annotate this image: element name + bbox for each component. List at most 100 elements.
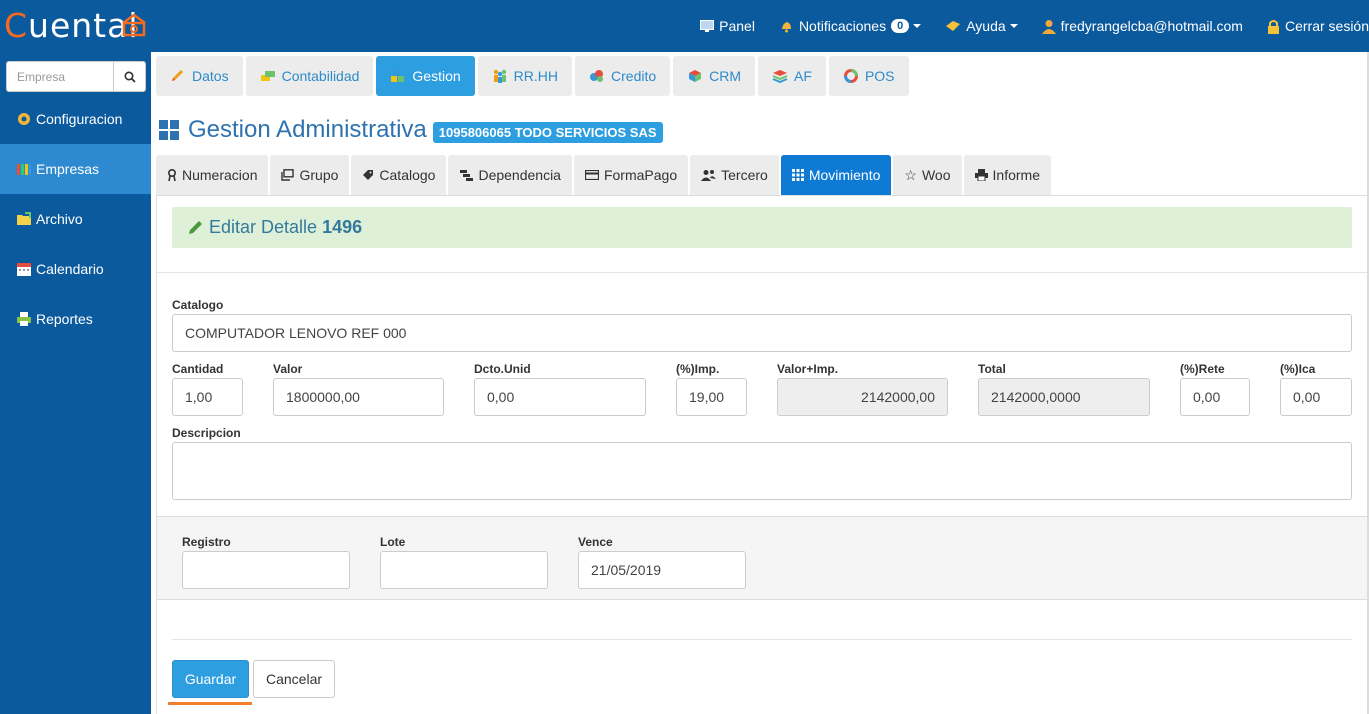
cube-icon	[689, 70, 702, 82]
tab-label: POS	[864, 68, 895, 84]
descripcion-textarea[interactable]	[172, 442, 1352, 500]
tab-label: AF	[794, 68, 812, 84]
lote-input[interactable]	[380, 551, 548, 589]
tab-woo[interactable]: ☆ Woo	[893, 155, 962, 195]
registro-label: Registro	[182, 535, 231, 549]
user-icon	[1041, 19, 1056, 34]
dcto-input[interactable]: 0,00	[474, 378, 646, 416]
tab-grupo[interactable]: Grupo	[270, 155, 350, 195]
tab-contabilidad[interactable]: Contabilidad	[245, 56, 374, 96]
tab-catalogo[interactable]: Catalogo	[351, 155, 447, 195]
vence-date-input[interactable]: 21/05/2019	[578, 551, 746, 589]
tab-label: Tercero	[721, 167, 768, 183]
divider	[172, 639, 1352, 640]
lote-label: Lote	[380, 535, 406, 549]
lot-section: Registro Lote Vence 21/05/2019	[157, 516, 1369, 600]
focus-underline	[168, 702, 252, 705]
tab-af[interactable]: AF	[758, 56, 826, 96]
sidebar-item-calendario[interactable]: Calendario	[0, 244, 151, 294]
sidebar-item-archivo[interactable]: Archivo	[0, 194, 151, 244]
nav-logout[interactable]: Cerrar sesión	[1267, 18, 1369, 34]
sidebar-item-label: Archivo	[36, 211, 83, 227]
lock-icon	[1267, 19, 1279, 34]
registro-input[interactable]	[182, 551, 350, 589]
total-input: 2142000,0000	[978, 378, 1150, 416]
company-search-input[interactable]	[7, 62, 113, 91]
tab-label: RR.HH	[513, 68, 559, 84]
nav-user[interactable]: fredyrangelcba@hotmail.com	[1041, 18, 1243, 34]
tab-informe[interactable]: Informe	[963, 155, 1051, 195]
search-button[interactable]	[113, 62, 145, 91]
tab-label: Woo	[921, 167, 951, 183]
tab-label: Credito	[611, 68, 657, 84]
nav-notifications[interactable]: Notificaciones 0	[779, 18, 922, 34]
page-title-row: Gestion Administrativa 1095806065 TODO S…	[159, 116, 663, 144]
save-button[interactable]: Guardar	[172, 660, 249, 698]
nav-help-label: Ayuda	[966, 18, 1006, 34]
ica-input[interactable]: 0,00	[1280, 378, 1352, 416]
calendar-icon	[17, 263, 31, 276]
top-navbar: Cuental Panel Notificaciones 0 Ayuda fre…	[0, 0, 1369, 52]
tab-dependencia[interactable]: Dependencia	[448, 155, 572, 195]
tab-crm[interactable]: CRM	[673, 56, 756, 96]
copy-icon	[281, 169, 295, 181]
star-icon: ☆	[904, 166, 917, 183]
layers-icon	[772, 70, 788, 83]
cantidad-input[interactable]: 1,00	[172, 378, 243, 416]
nav-help[interactable]: Ayuda	[945, 18, 1018, 34]
tag-icon	[363, 170, 374, 180]
cantidad-label: Cantidad	[172, 362, 224, 376]
dashboard-icon	[159, 120, 179, 140]
cancel-button[interactable]: Cancelar	[253, 660, 335, 698]
company-label: 1095806065 TODO SERVICIOS SAS	[432, 121, 663, 143]
user-email: fredyrangelcba@hotmail.com	[1060, 18, 1243, 34]
tab-label: Contabilidad	[281, 68, 360, 84]
gear-icon	[18, 113, 30, 125]
record-id: 1496	[322, 217, 363, 237]
notifications-count-badge: 0	[891, 19, 910, 33]
tab-label: Catalogo	[379, 167, 436, 183]
tab-numeracion[interactable]: Numeracion	[156, 155, 269, 195]
nav-panel[interactable]: Panel	[700, 18, 755, 34]
rete-input[interactable]: 0,00	[1180, 378, 1250, 416]
printer-icon	[17, 312, 31, 326]
tab-label: Datos	[192, 68, 229, 84]
pencil-icon	[172, 70, 183, 81]
tab-tercero[interactable]: Tercero	[690, 155, 779, 195]
sidebar-item-empresas[interactable]: Empresas	[0, 144, 151, 194]
catalogo-input[interactable]: COMPUTADOR LENOVO REF 000	[172, 314, 1352, 352]
coins-icon	[590, 70, 604, 82]
cash-icon	[260, 71, 275, 81]
sidebar-item-reportes[interactable]: Reportes	[0, 294, 151, 344]
tab-gestion[interactable]: Gestion	[376, 56, 475, 96]
vence-label: Vence	[578, 535, 613, 549]
print-icon	[974, 169, 988, 181]
dcto-label: Dcto.Unid	[474, 362, 531, 376]
total-label: Total	[978, 362, 1006, 376]
tab-formapago[interactable]: FormaPago	[573, 155, 689, 195]
brand-logo-text[interactable]: Cuental	[4, 6, 139, 45]
nav-panel-label: Panel	[719, 18, 755, 34]
sub-tabs: Numeracion Grupo Catalogo Dependencia Fo…	[156, 155, 1053, 195]
sidebar-item-label: Configuracion	[36, 111, 123, 127]
tab-movimiento[interactable]: Movimiento	[780, 155, 892, 195]
books-icon	[17, 164, 31, 175]
chevron-down-icon	[1009, 24, 1018, 28]
tab-rrhh[interactable]: RR.HH	[477, 56, 573, 96]
imp-label: (%)Imp.	[676, 362, 720, 376]
main-content: Datos Contabilidad Gestion RR.HH Credito…	[151, 52, 1369, 714]
valor-input[interactable]: 1800000,00	[273, 378, 444, 416]
tab-pos[interactable]: POS	[828, 56, 909, 96]
blocks-icon	[391, 70, 405, 82]
tab-credito[interactable]: Credito	[575, 56, 671, 96]
sidebar-item-configuracion[interactable]: Configuracion	[0, 94, 151, 144]
valor-imp-input: 2142000,00	[777, 378, 948, 416]
tab-label: Gestion	[412, 68, 461, 84]
catalogo-label: Catalogo	[172, 298, 224, 312]
monitor-icon	[700, 19, 715, 32]
tab-datos[interactable]: Datos	[156, 56, 243, 96]
valor-label: Valor	[273, 362, 303, 376]
imp-input[interactable]: 19,00	[676, 378, 747, 416]
tab-label: Movimiento	[808, 167, 881, 183]
sidebar-item-label: Calendario	[36, 261, 104, 277]
